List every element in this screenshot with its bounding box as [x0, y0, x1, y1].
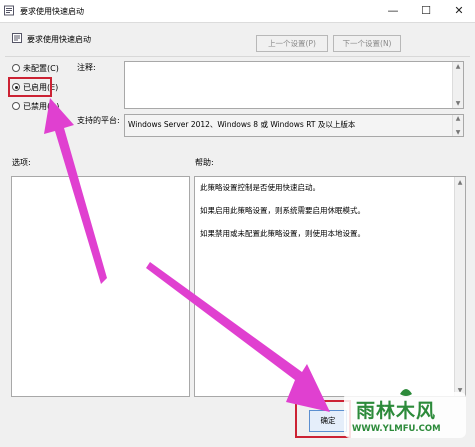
radio-circle[interactable]	[12, 102, 20, 110]
window-title: 要求使用快速启动	[20, 7, 84, 16]
annotation-box-enabled	[8, 77, 52, 97]
options-panel	[11, 176, 190, 397]
header-divider	[5, 56, 470, 57]
window-title-bar: 要求使用快速启动 — ☐ ✕	[0, 0, 475, 22]
platforms-scrollbar[interactable]: ▲ ▼	[452, 115, 463, 136]
watermark-text: 雨林木风	[356, 400, 437, 422]
supported-platforms-value: Windows Server 2012、Windows 8 或 Windows …	[128, 120, 356, 129]
help-paragraph: 如果启用此策略设置，则系统需要启用休眠模式。	[200, 206, 365, 215]
comment-label: 注释:	[77, 63, 96, 72]
radio-label: 未配置(C)	[23, 64, 59, 73]
comment-scrollbar[interactable]: ▲ ▼	[452, 62, 463, 108]
help-paragraph: 如果禁用或未配置此策略设置，则使用本地设置。	[200, 229, 365, 238]
options-label: 选项:	[12, 158, 31, 167]
scroll-down-icon[interactable]: ▼	[453, 100, 463, 107]
policy-icon	[4, 5, 14, 16]
radio-label: 已禁用(D)	[23, 102, 60, 111]
radio-circle[interactable]	[12, 64, 20, 72]
setting-icon	[12, 33, 22, 43]
prev-setting-button[interactable]: 上一个设置(P)	[256, 35, 328, 52]
supported-platforms-label: 支持的平台:	[77, 116, 120, 125]
help-paragraph: 此策略设置控制是否使用快速启动。	[200, 183, 320, 192]
watermark-url: WWW.YLMFU.COM	[352, 424, 441, 434]
next-setting-button[interactable]: 下一个设置(N)	[333, 35, 401, 52]
scroll-up-icon[interactable]: ▲	[453, 63, 463, 70]
minimize-button[interactable]: —	[378, 0, 408, 22]
close-button[interactable]: ✕	[444, 0, 474, 22]
scroll-down-icon[interactable]: ▼	[453, 129, 463, 136]
help-scrollbar[interactable]: ▲ ▼	[454, 177, 465, 396]
help-label: 帮助:	[195, 158, 214, 167]
maximize-button[interactable]: ☐	[411, 0, 441, 22]
scroll-up-icon[interactable]: ▲	[455, 179, 465, 186]
comment-textarea[interactable]: ▲ ▼	[124, 61, 464, 109]
scroll-up-icon[interactable]: ▲	[453, 115, 463, 122]
setting-name: 要求使用快速启动	[27, 35, 91, 44]
